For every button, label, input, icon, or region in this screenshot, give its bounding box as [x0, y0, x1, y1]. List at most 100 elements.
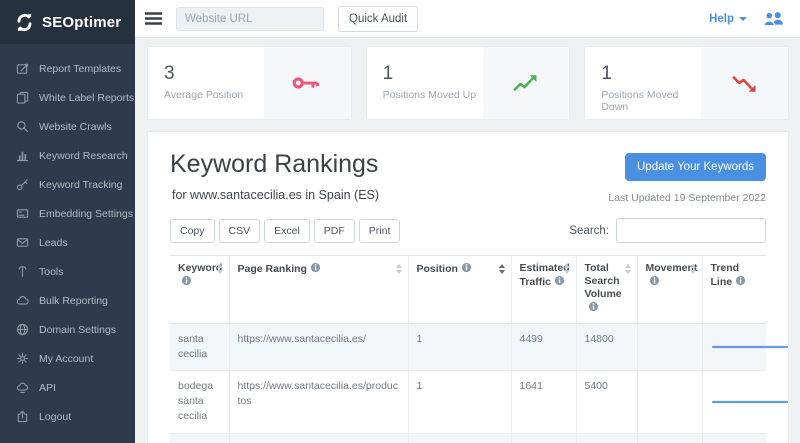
key-icon: [15, 178, 29, 192]
column-header-page-ranking[interactable]: Page Ranking: [229, 256, 408, 324]
cell-keyword: santa cecilia: [170, 323, 229, 370]
cell-movement: [637, 433, 702, 443]
info-icon[interactable]: [181, 275, 192, 290]
copy-icon: [15, 91, 29, 105]
sidebar-item-report-templates[interactable]: Report Templates: [0, 54, 135, 83]
table-search-input[interactable]: [616, 218, 766, 243]
search-label: Search:: [569, 225, 609, 237]
info-icon[interactable]: [588, 301, 599, 316]
export-copy-button[interactable]: Copy: [170, 219, 215, 243]
help-label: Help: [709, 13, 734, 25]
app-window: SEOptimer Report Templates White Label R…: [0, 0, 800, 443]
quick-audit-button[interactable]: Quick Audit: [338, 6, 418, 32]
sidebar-item-bulk-reporting[interactable]: Bulk Reporting: [0, 286, 135, 315]
column-header-trend-line[interactable]: Trend Line: [702, 256, 766, 324]
table-row: santa cecilia https://www.santacecilia.e…: [170, 323, 766, 370]
sidebar-item-api[interactable]: API: [0, 373, 135, 402]
cell-position: 1: [408, 433, 511, 443]
info-icon[interactable]: [735, 275, 746, 290]
table-row: cervezas negras https://www.santacecilia…: [170, 433, 766, 443]
sidebar-item-website-crawls[interactable]: Website Crawls: [0, 112, 135, 141]
wrench-icon: [15, 265, 29, 279]
export-print-button[interactable]: Print: [359, 219, 401, 243]
table-body: santa cecilia https://www.santacecilia.e…: [170, 323, 766, 443]
stat-card-moved-up: 1 Positions Moved Up: [366, 46, 571, 120]
gear-icon: [15, 352, 29, 366]
panel-header: Keyword Rankings for www.santacecilia.es…: [170, 150, 766, 204]
help-menu[interactable]: Help: [709, 13, 747, 25]
sort-icon: [625, 264, 631, 274]
stat-value: 3: [164, 63, 264, 85]
last-updated-text: Last Updated 19 September 2022: [608, 192, 766, 204]
page-body: 3 Average Position 1 Positions Moved Up …: [135, 38, 800, 443]
sidebar-item-keyword-research[interactable]: Keyword Research: [0, 141, 135, 170]
info-icon[interactable]: [310, 262, 321, 277]
cell-position: 1: [408, 370, 511, 433]
seoptimer-gear-logo-icon: [14, 12, 35, 33]
embed-icon: [15, 207, 29, 221]
table-row: bodega santa cecilia https://www.santace…: [170, 370, 766, 433]
export-excel-button[interactable]: Excel: [264, 219, 310, 243]
sidebar-item-my-account[interactable]: My Account: [0, 344, 135, 373]
sidebar-item-logout[interactable]: Logout: [0, 402, 135, 431]
sidebar-menu: Report Templates White Label Reports Web…: [0, 44, 135, 431]
sidebar-item-embedding-settings[interactable]: Embedding Settings: [0, 199, 135, 228]
cloud-icon: [15, 294, 29, 308]
cell-page-ranking: https://www.santacecilia.es/productos: [229, 370, 408, 433]
sort-icon: [396, 264, 402, 274]
stat-label: Positions Moved Down: [601, 89, 701, 113]
sidebar-item-leads[interactable]: Leads: [0, 228, 135, 257]
sort-icon: [564, 264, 570, 274]
cell-page-ranking: https://www.santacecilia.es/: [229, 323, 408, 370]
column-header-keyword[interactable]: Keyword: [170, 256, 229, 324]
sidebar-item-keyword-tracking[interactable]: Keyword Tracking: [0, 170, 135, 199]
cell-total-search-volume: 2400: [576, 433, 637, 443]
cell-movement: [637, 323, 702, 370]
sort-icon: [499, 264, 505, 274]
update-keywords-button[interactable]: Update Your Keywords: [625, 153, 766, 181]
sidebar: SEOptimer Report Templates White Label R…: [0, 0, 135, 443]
cell-keyword: bodega santa cecilia: [170, 370, 229, 433]
info-icon[interactable]: [649, 275, 660, 290]
export-csv-button[interactable]: CSV: [219, 219, 261, 243]
keyword-rankings-panel: Keyword Rankings for www.santacecilia.es…: [147, 131, 789, 443]
sidebar-item-tools[interactable]: Tools: [0, 257, 135, 286]
column-header-movement[interactable]: Movement: [637, 256, 702, 324]
website-url-input[interactable]: [176, 7, 324, 31]
info-icon[interactable]: [554, 275, 565, 290]
edit-icon: [15, 62, 29, 76]
page-title: Keyword Rankings: [170, 150, 379, 179]
sidebar-item-white-label-reports[interactable]: White Label Reports: [0, 83, 135, 112]
search-icon: [15, 120, 29, 134]
cell-total-search-volume: 14800: [576, 323, 637, 370]
globe-icon: [15, 323, 29, 337]
sidebar-item-domain-settings[interactable]: Domain Settings: [0, 315, 135, 344]
hamburger-icon[interactable]: [145, 12, 162, 25]
trend-up-icon: [483, 47, 570, 119]
app-logo[interactable]: SEOptimer: [0, 0, 135, 44]
sort-icon: [217, 264, 223, 274]
trend-sparkline: [711, 391, 791, 413]
info-icon[interactable]: [461, 262, 472, 277]
key-solid-icon: [264, 47, 351, 119]
column-header-position[interactable]: Position: [408, 256, 511, 324]
cell-position: 1: [408, 323, 511, 370]
content-area: Quick Audit Help 3 Average Position: [135, 0, 800, 443]
page-subtitle: for www.santacecilia.es in Spain (ES): [170, 188, 379, 202]
envelope-icon: [15, 236, 29, 250]
stat-card-average-position: 3 Average Position: [147, 46, 352, 120]
stat-label: Positions Moved Up: [383, 89, 483, 101]
export-pdf-button[interactable]: PDF: [314, 219, 355, 243]
app-logo-text: SEOptimer: [42, 14, 121, 31]
cell-movement: [637, 370, 702, 433]
table-toolbar: CopyCSVExcelPDFPrint Search:: [170, 218, 766, 243]
cell-trend-line: [702, 323, 766, 370]
column-header-total-search-volume[interactable]: Total Search Volume: [576, 256, 637, 324]
table-header-row: Keyword Page Ranking Position Estimated …: [170, 256, 766, 324]
cell-trend-line: [702, 433, 766, 443]
logout-icon: [15, 410, 29, 424]
users-icon[interactable]: [761, 10, 786, 27]
cell-keyword: cervezas negras: [170, 433, 229, 443]
column-header-estimated-traffic[interactable]: Estimated Traffic: [511, 256, 576, 324]
cell-total-search-volume: 5400: [576, 370, 637, 433]
